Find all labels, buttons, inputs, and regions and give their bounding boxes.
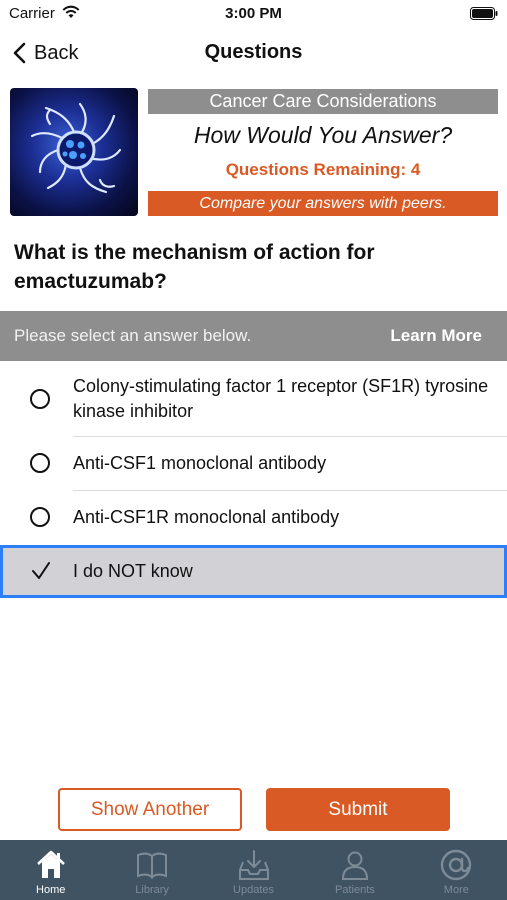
inbox-download-icon — [238, 850, 269, 880]
banner-series-label: Cancer Care Considerations — [148, 89, 498, 114]
tab-home[interactable]: Home — [0, 840, 101, 900]
navigation-bar: Back Questions — [0, 30, 507, 76]
cancer-cell-illustration — [10, 88, 138, 216]
tab-library[interactable]: Library — [101, 840, 202, 900]
submit-button[interactable]: Submit — [266, 788, 450, 831]
answer-label: Colony-stimulating factor 1 receptor (SF… — [73, 376, 489, 421]
tab-bar: Home Library Updates Patients More — [0, 840, 507, 900]
answer-list: Colony-stimulating factor 1 receptor (SF… — [0, 361, 507, 598]
tab-label: Updates — [233, 884, 274, 896]
question-text: What is the mechanism of action for emac… — [14, 241, 375, 293]
cancer-cell-icon — [30, 102, 122, 194]
home-icon — [36, 850, 65, 878]
tab-updates[interactable]: Updates — [203, 840, 304, 900]
tab-patients[interactable]: Patients — [304, 840, 405, 900]
banner-headline: How Would You Answer? — [193, 122, 453, 148]
answer-label: Anti-CSF1 monoclonal antibody — [73, 453, 327, 473]
status-time: 3:00 PM — [225, 5, 282, 22]
tab-more[interactable]: More — [406, 840, 507, 900]
answer-prompt: Please select an answer below. — [14, 326, 252, 345]
tab-label: Patients — [335, 884, 375, 896]
learn-more-link[interactable]: Learn More — [390, 326, 482, 346]
page-title: Questions — [204, 41, 303, 63]
person-icon — [341, 851, 368, 880]
answer-option-selected[interactable]: I do NOT know — [0, 545, 507, 598]
status-bar: Carrier 3:00 PM — [0, 0, 507, 28]
at-sign-icon — [441, 849, 472, 881]
radio-button[interactable] — [30, 389, 50, 409]
questions-remaining: Questions Remaining: 4 — [225, 160, 421, 179]
compare-answers-link[interactable]: Compare your answers with peers. — [148, 191, 498, 216]
tab-label: More — [443, 884, 469, 896]
book-icon — [137, 852, 168, 879]
answer-option[interactable]: Anti-CSF1R monoclonal antibody — [0, 491, 507, 545]
radio-button[interactable] — [30, 507, 50, 527]
answer-prompt-bar: Please select an answer below. Learn Mor… — [0, 311, 507, 361]
answer-label: Anti-CSF1R monoclonal antibody — [73, 507, 340, 527]
show-another-button[interactable]: Show Another — [58, 788, 242, 831]
radio-button[interactable] — [30, 453, 50, 473]
battery-icon — [470, 7, 498, 20]
tab-label: Library — [135, 884, 169, 896]
answer-option[interactable]: Anti-CSF1 monoclonal antibody — [0, 437, 507, 491]
tab-label: Home — [36, 884, 66, 896]
promo-banner[interactable]: Cancer Care Considerations How Would You… — [10, 88, 498, 218]
answer-label: I do NOT know — [73, 561, 193, 581]
answer-option[interactable]: Colony-stimulating factor 1 receptor (SF… — [0, 361, 507, 437]
checkmark-icon — [32, 562, 50, 579]
